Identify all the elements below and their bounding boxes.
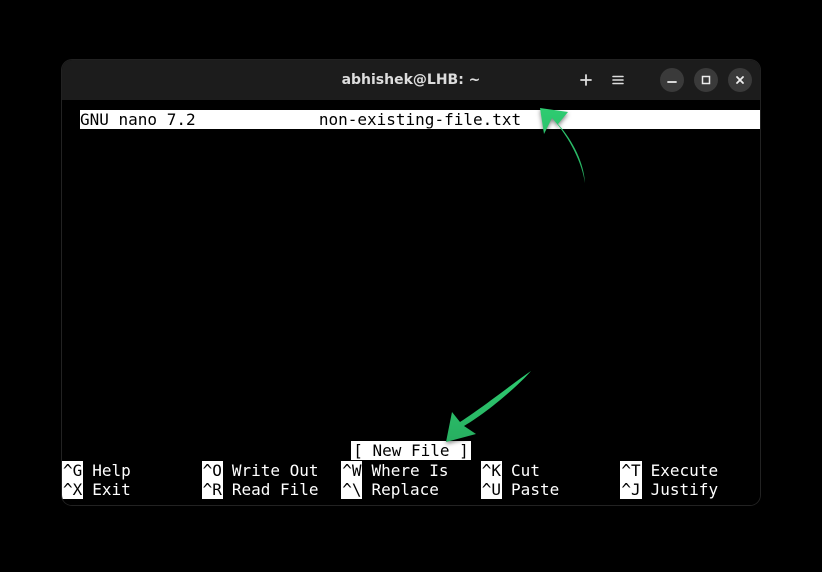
shortcut-key: ^J	[620, 480, 641, 499]
terminal-window: abhishek@LHB: ~ non-existing-file.txt	[62, 60, 760, 505]
shortcut-key: ^U	[481, 480, 502, 499]
shortcut-key: ^\	[341, 480, 362, 499]
shortcut-key: ^X	[62, 480, 83, 499]
minimize-button[interactable]	[660, 68, 684, 92]
shortcut-label: Paste	[511, 480, 559, 499]
shortcut-key: ^K	[481, 461, 502, 480]
shortcut-label: Justify	[651, 480, 718, 499]
nano-app-name: GNU nano 7.2	[80, 110, 196, 129]
shortcut-label: Write Out	[232, 461, 319, 480]
window-title: abhishek@LHB: ~	[342, 72, 481, 88]
nano-shortcuts: ^G Help ^O Write Out ^W Where Is ^K Cut ^T Ex…	[62, 461, 760, 499]
shortcut-cut: ^K Cut	[481, 461, 621, 480]
shortcut-key: ^O	[202, 461, 223, 480]
shortcut-label: Replace	[371, 480, 438, 499]
shortcut-read-file: ^R Read File	[202, 480, 342, 499]
nano-status-line: [ New File ]	[62, 441, 760, 460]
shortcut-key: ^T	[620, 461, 641, 480]
shortcut-write-out: ^O Write Out	[202, 461, 342, 480]
shortcut-key: ^G	[62, 461, 83, 480]
shortcut-key: ^R	[202, 480, 223, 499]
shortcut-paste: ^U Paste	[481, 480, 621, 499]
shortcut-key: ^W	[341, 461, 362, 480]
shortcut-justify: ^J Justify	[620, 480, 760, 499]
shortcut-label: Execute	[651, 461, 718, 480]
shortcut-replace: ^\ Replace	[341, 480, 481, 499]
shortcut-label: Where Is	[371, 461, 448, 480]
nano-status-badge: [ New File ]	[351, 441, 471, 460]
new-tab-button[interactable]	[578, 72, 594, 88]
titlebar: abhishek@LHB: ~	[62, 60, 760, 100]
nano-header: non-existing-file.txt GNU nano 7.2	[80, 110, 760, 129]
shortcut-row-2: ^X Exit ^R Read File ^\ Replace ^U Paste ^J J…	[62, 480, 760, 499]
shortcut-label: Help	[92, 461, 131, 480]
shortcut-where-is: ^W Where Is	[341, 461, 481, 480]
shortcut-row-1: ^G Help ^O Write Out ^W Where Is ^K Cut ^T Ex…	[62, 461, 760, 480]
shortcut-exit: ^X Exit	[62, 480, 202, 499]
maximize-button[interactable]	[694, 68, 718, 92]
shortcut-label: Read File	[232, 480, 319, 499]
close-button[interactable]	[728, 68, 752, 92]
shortcut-label: Exit	[92, 480, 131, 499]
shortcut-label: Cut	[511, 461, 540, 480]
shortcut-execute: ^T Execute	[620, 461, 760, 480]
menu-button[interactable]	[610, 72, 626, 88]
shortcut-help: ^G Help	[62, 461, 202, 480]
terminal-body[interactable]: non-existing-file.txt GNU nano 7.2 [ New…	[62, 100, 760, 505]
